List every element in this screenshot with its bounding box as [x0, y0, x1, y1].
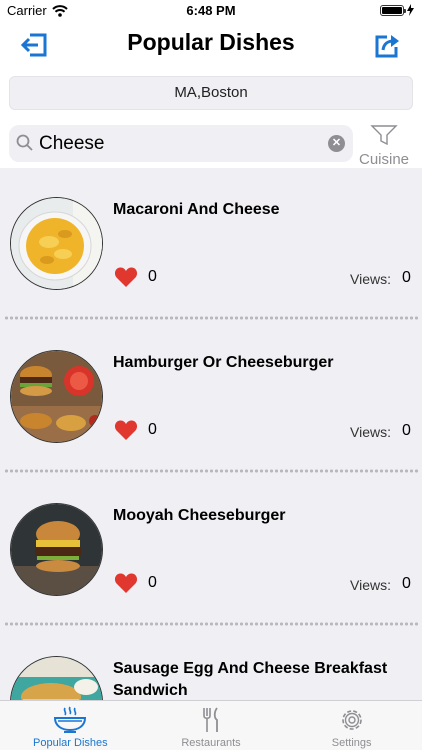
likes-count: 0: [148, 574, 157, 591]
page-title: Popular Dishes: [127, 29, 295, 55]
views-label: Views:: [350, 271, 391, 287]
heart-icon[interactable]: [114, 266, 138, 288]
dish-row[interactable]: Mooyah Cheeseburger 0 Views: 0: [0, 474, 422, 627]
search-bar[interactable]: ✕: [9, 125, 353, 162]
nav-bar: Popular Dishes: [0, 22, 422, 66]
dish-name: Macaroni And Cheese: [113, 201, 280, 218]
clear-search-icon[interactable]: ✕: [328, 135, 345, 152]
dish-name: Mooyah Cheeseburger: [113, 507, 286, 524]
dish-name: Sausage Egg And Cheese Breakfast Sandwic…: [113, 660, 388, 699]
tab-label: Restaurants: [181, 737, 241, 749]
bowl-icon: [54, 706, 87, 733]
tab-bar: Popular Dishes Restaurants Settings: [0, 700, 422, 750]
battery-icon: [380, 4, 406, 16]
dish-image: [10, 503, 103, 596]
views-count: 0: [402, 575, 411, 592]
share-icon: [375, 35, 399, 58]
location-selector[interactable]: MA,Boston: [9, 76, 413, 110]
row-divider: [4, 622, 418, 626]
views-count: 0: [402, 269, 411, 286]
dish-list[interactable]: Macaroni And Cheese 0 Views: 0 Hamburger…: [0, 168, 422, 700]
search-icon: [16, 134, 33, 151]
filter-icon: [370, 125, 398, 146]
views-label: Views:: [350, 577, 391, 593]
views-label: Views:: [350, 424, 391, 440]
share-button[interactable]: [372, 30, 402, 60]
dish-row[interactable]: Macaroni And Cheese 0 Views: 0: [0, 168, 422, 321]
dish-image: [10, 197, 103, 290]
tab-popular-dishes[interactable]: Popular Dishes: [0, 701, 141, 750]
likes-count: 0: [148, 421, 157, 438]
fork-knife-icon: [203, 707, 218, 732]
charging-icon: [407, 4, 414, 16]
search-input[interactable]: [39, 129, 319, 159]
tab-restaurants[interactable]: Restaurants: [141, 701, 282, 750]
dish-row[interactable]: Hamburger Or Cheeseburger 0 Views: 0: [0, 321, 422, 474]
tab-settings[interactable]: Settings: [281, 701, 422, 750]
dish-row[interactable]: Sausage Egg And Cheese Breakfast Sandwic…: [0, 627, 422, 700]
dish-image: [10, 350, 103, 443]
cuisine-filter-button[interactable]: Cuisine: [355, 124, 413, 168]
tab-label: Settings: [331, 737, 372, 749]
gear-icon: [341, 710, 362, 730]
views-count: 0: [402, 422, 411, 439]
status-right: [380, 4, 414, 16]
row-divider: [4, 469, 418, 473]
cuisine-label: Cuisine: [358, 151, 410, 168]
row-divider: [4, 316, 418, 320]
status-time: 6:48 PM: [186, 3, 236, 18]
heart-icon[interactable]: [114, 572, 138, 594]
status-bar: Carrier 6:48 PM: [0, 0, 422, 22]
heart-icon[interactable]: [114, 419, 138, 441]
tab-label: Popular Dishes: [33, 737, 108, 749]
dish-image: [10, 656, 103, 700]
likes-count: 0: [148, 268, 157, 285]
dish-name: Hamburger Or Cheeseburger: [113, 354, 334, 371]
